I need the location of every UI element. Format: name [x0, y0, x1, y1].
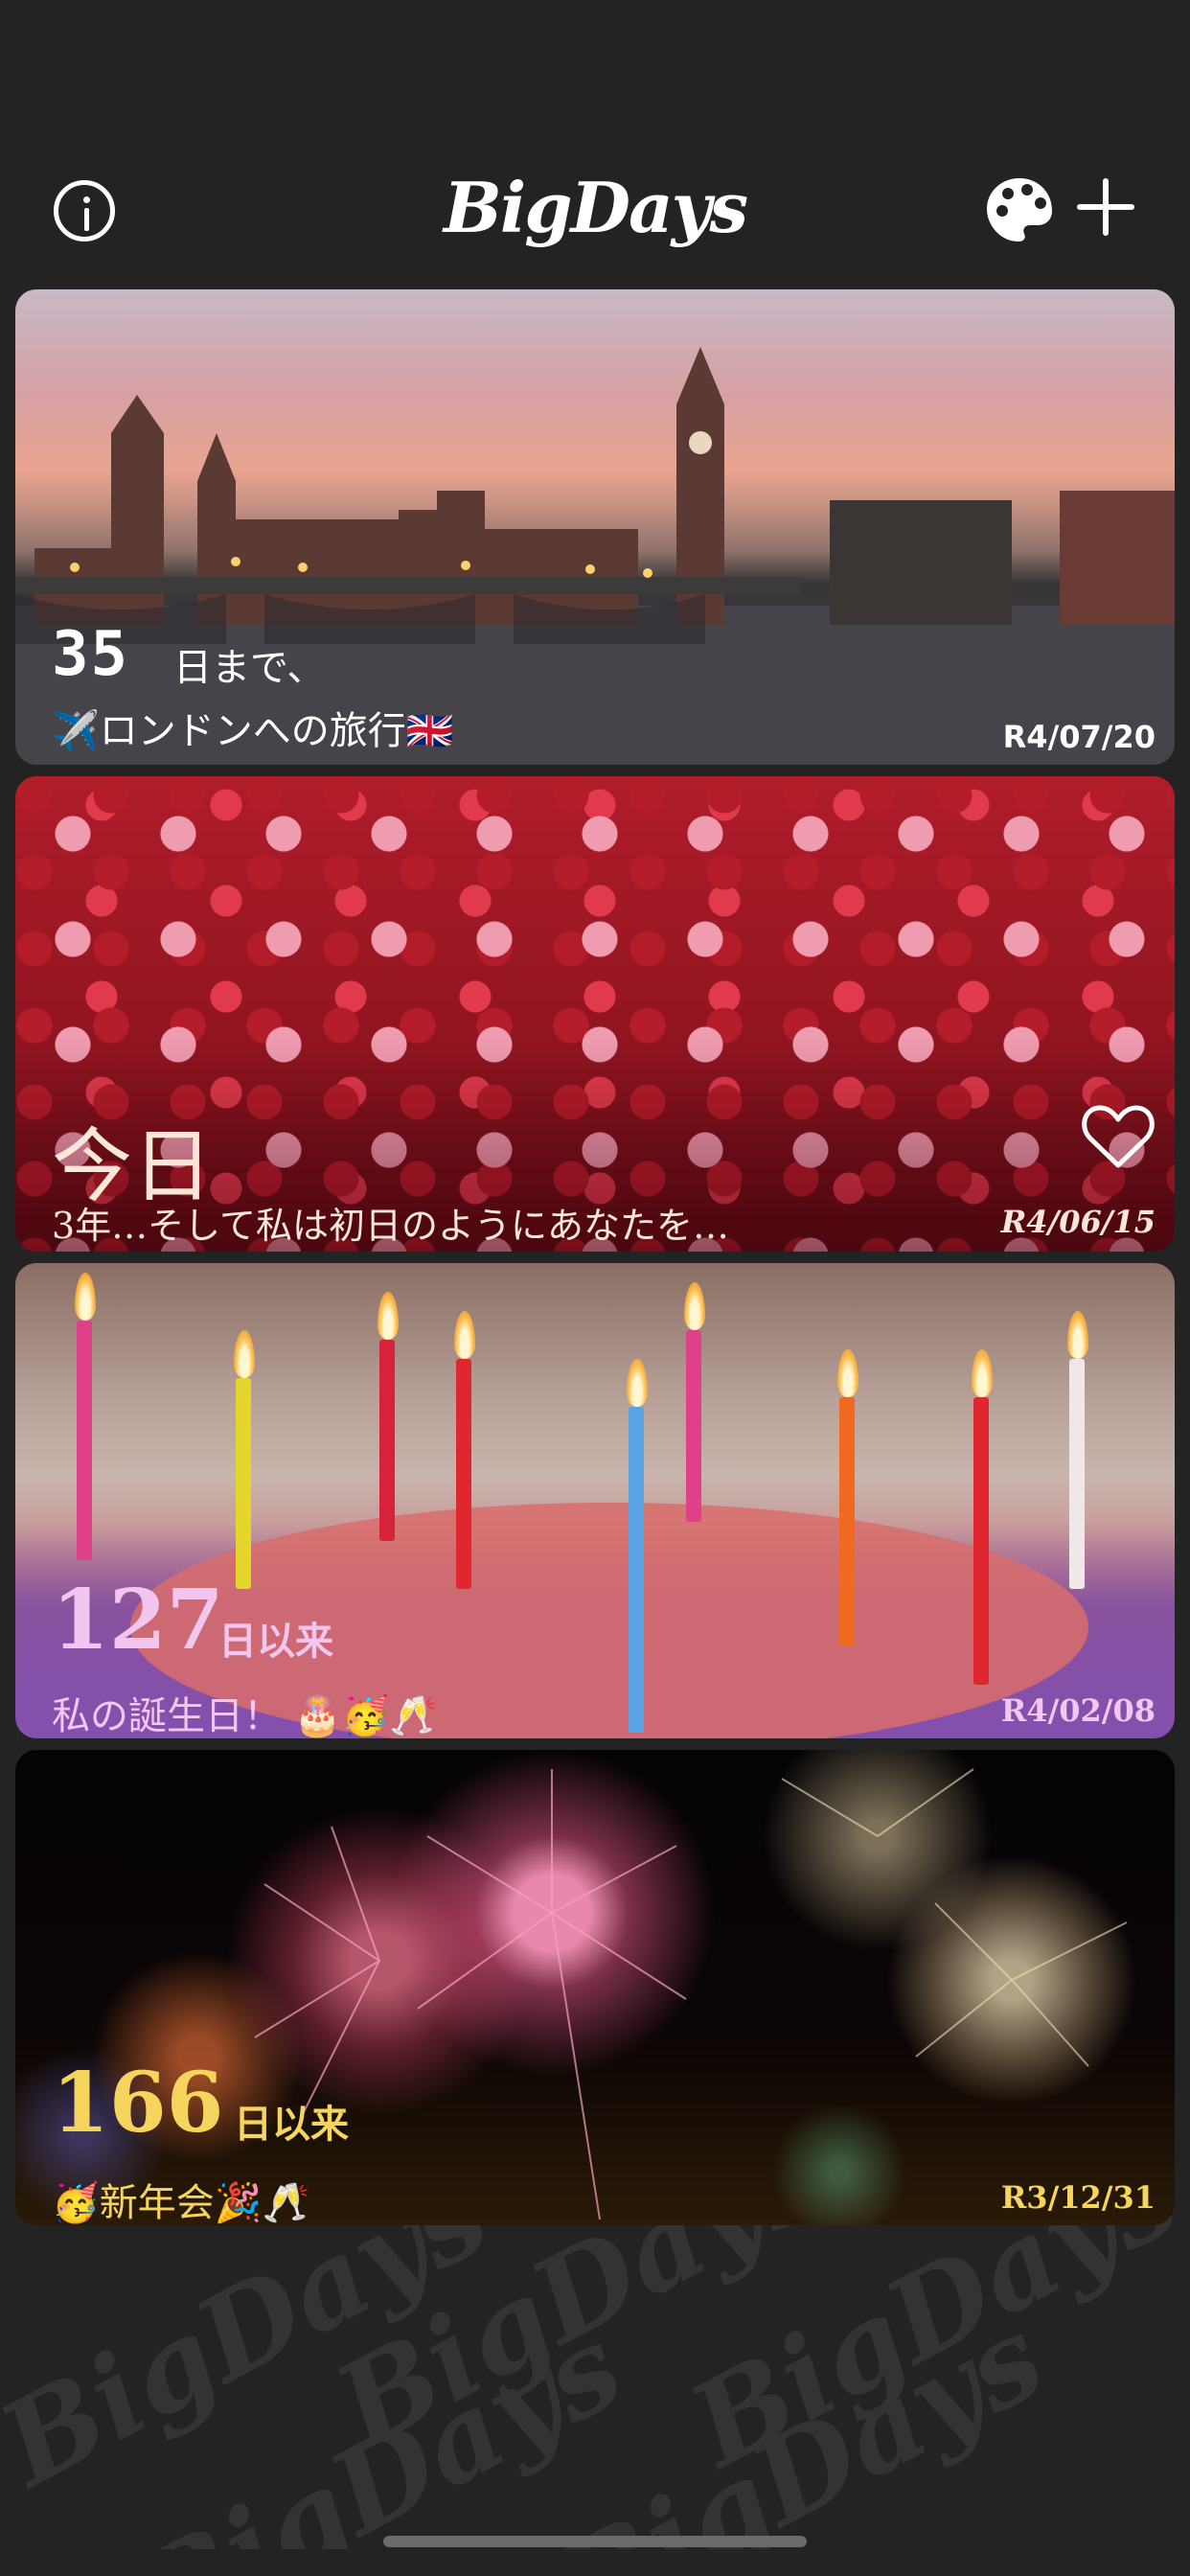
heart-outline-icon[interactable]	[1081, 1102, 1156, 1171]
event-card-new-year[interactable]: 166 日以来 🥳新年会🎉🥂 R3/12/31	[15, 1750, 1175, 2225]
top-navigation-bar: BigDays	[0, 144, 1190, 278]
event-title: ✈️ロンドンへの旅行🇬🇧	[52, 709, 454, 753]
watermark-text: BigDays	[536, 2289, 1064, 2549]
event-card-birthday[interactable]: 127 日以来 私の誕生日！ 🎂🥳🥂 R4/02/08	[15, 1263, 1175, 1738]
background-watermark: BigDays BigDays BigDays BigDays BigDays	[0, 2185, 1190, 2549]
home-indicator	[383, 2536, 807, 2547]
palette-icon[interactable]	[983, 174, 1056, 247]
days-count: 35	[52, 619, 130, 690]
days-count: 166	[52, 2055, 224, 2151]
add-event-button[interactable]	[1075, 176, 1136, 238]
watermark-text: BigDays	[670, 2185, 1190, 2494]
event-title: 私の誕生日！ 🎂🥳🥂	[52, 1694, 438, 1738]
event-title: 3年…そして私は初日のようにあなたを…	[52, 1205, 730, 1247]
event-card-anniversary[interactable]: 今日 3年…そして私は初日のようにあなたを… R4/06/15	[15, 776, 1175, 1252]
days-unit: 日まで、	[173, 646, 326, 690]
event-card-london[interactable]: 35 日まで、 ✈️ロンドンへの旅行🇬🇧 R4/07/20	[15, 289, 1175, 765]
watermark-text: BigDays	[315, 2185, 844, 2474]
watermark-text: BigDays	[114, 2299, 643, 2549]
days-count: 127	[52, 1572, 224, 1668]
event-date: R4/06/15	[1000, 1204, 1156, 1240]
event-date: R3/12/31	[1000, 2179, 1156, 2216]
event-date: R4/02/08	[1000, 1692, 1156, 1729]
event-title: 🥳新年会🎉🥂	[52, 2181, 310, 2225]
days-unit: 日以来	[218, 1620, 333, 1664]
watermark-text: BigDays	[0, 2185, 509, 2513]
days-unit: 日以来	[234, 2103, 349, 2147]
event-date: R4/07/20	[1002, 719, 1156, 755]
